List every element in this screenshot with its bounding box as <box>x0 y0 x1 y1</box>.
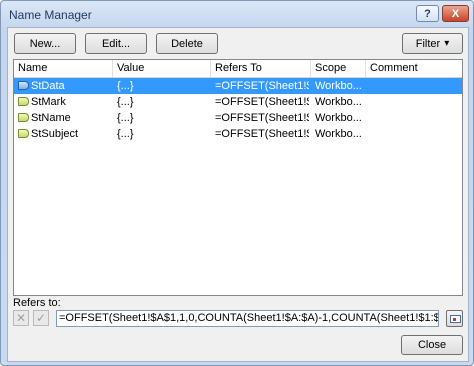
row-scope: Workbo... <box>315 80 362 92</box>
list-header: Name Value Refers To Scope Comment <box>14 60 462 78</box>
chevron-down-icon: ▾ <box>444 38 450 49</box>
column-header-scope[interactable]: Scope <box>311 60 366 77</box>
delete-button-label: Delete <box>171 37 203 50</box>
row-name: StMark <box>31 96 66 108</box>
column-header-refers-to[interactable]: Refers To <box>211 60 311 77</box>
name-manager-dialog: Name Manager ? X New... Edit... Delete F… <box>0 0 474 366</box>
row-name: StData <box>31 80 65 92</box>
edit-button-label: Edit... <box>101 37 131 50</box>
row-name: StSubject <box>31 128 79 140</box>
names-list[interactable]: Name Value Refers To Scope Comment StDat… <box>13 59 463 296</box>
table-row[interactable]: StName {...} =OFFSET(Sheet1!$... Workbo.… <box>14 110 462 126</box>
table-row[interactable]: StMark {...} =OFFSET(Sheet1!$... Workbo.… <box>14 94 462 110</box>
row-comment <box>370 126 460 142</box>
range-name-icon <box>18 129 29 138</box>
cancel-edit-icon[interactable]: ✕ <box>13 310 29 326</box>
column-header-value[interactable]: Value <box>113 60 211 77</box>
row-comment <box>370 110 460 126</box>
close-button[interactable]: Close <box>401 335 463 355</box>
range-name-icon <box>18 97 29 106</box>
confirm-edit-icon[interactable]: ✓ <box>33 310 49 326</box>
edit-button[interactable]: Edit... <box>85 33 147 54</box>
new-button[interactable]: New... <box>14 33 76 54</box>
filter-button-label: Filter <box>415 37 441 50</box>
row-value: {...} <box>117 80 134 92</box>
dialog-body: New... Edit... Delete Filter ▾ Name Valu… <box>7 27 469 362</box>
help-button[interactable]: ? <box>416 5 439 22</box>
row-comment <box>370 94 460 110</box>
refers-to-input[interactable]: =OFFSET(Sheet1!$A$1,1,0,COUNTA(Sheet1!$A… <box>56 310 439 327</box>
dialog-title: Name Manager <box>9 8 92 22</box>
row-refers-to: =OFFSET(Sheet1!$... <box>215 96 309 108</box>
column-header-comment[interactable]: Comment <box>366 60 462 77</box>
title-bar[interactable]: Name Manager ? X <box>1 1 473 29</box>
row-scope: Workbo... <box>315 96 362 108</box>
close-window-button[interactable]: X <box>442 5 469 22</box>
row-name: StName <box>31 112 71 124</box>
refers-to-label: Refers to: <box>13 297 61 309</box>
row-value: {...} <box>117 128 134 140</box>
row-scope: Workbo... <box>315 112 362 124</box>
row-refers-to: =OFFSET(Sheet1!$... <box>215 80 309 92</box>
row-comment <box>370 78 460 94</box>
row-value: {...} <box>117 112 134 124</box>
filter-button[interactable]: Filter ▾ <box>402 33 463 54</box>
delete-button[interactable]: Delete <box>156 33 218 54</box>
range-name-icon <box>18 81 29 90</box>
row-value: {...} <box>117 96 134 108</box>
table-row[interactable]: StData {...} =OFFSET(Sheet1!$... Workbo.… <box>14 78 462 94</box>
close-button-label: Close <box>417 339 447 351</box>
new-button-label: New... <box>29 37 61 50</box>
collapse-dialog-icon[interactable] <box>446 310 463 327</box>
row-refers-to: =OFFSET(Sheet1!$... <box>215 112 309 124</box>
row-refers-to: =OFFSET(Sheet1!$... <box>215 128 309 140</box>
row-scope: Workbo... <box>315 128 362 140</box>
table-row[interactable]: StSubject {...} =OFFSET(Sheet1!$... Work… <box>14 126 462 142</box>
range-name-icon <box>18 113 29 122</box>
column-header-name[interactable]: Name <box>14 60 113 77</box>
